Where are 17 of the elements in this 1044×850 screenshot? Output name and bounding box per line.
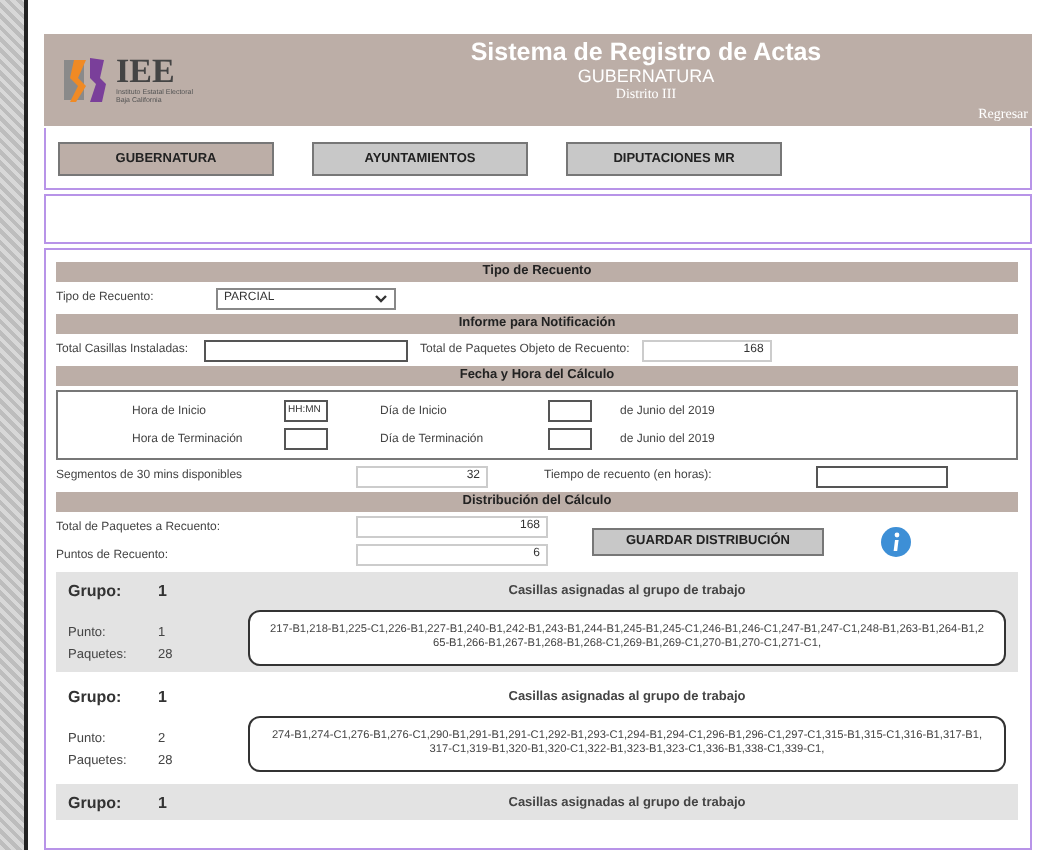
logo-icon <box>60 54 112 106</box>
day-input[interactable] <box>548 400 592 422</box>
page-subtitle: GUBERNATURA <box>577 66 715 86</box>
group-number: 1 <box>158 792 167 814</box>
input-field[interactable] <box>816 465 948 487</box>
group-label: Grupo: <box>68 580 124 602</box>
logo-text: IEE <box>116 56 175 88</box>
day-input[interactable] <box>548 428 592 450</box>
chevron-down-icon <box>374 293 388 303</box>
group-label: Grupo: <box>68 686 124 708</box>
time-input[interactable] <box>284 428 328 450</box>
group-number: 1 <box>158 686 167 708</box>
group-label: Grupo: <box>68 792 124 814</box>
input-field[interactable] <box>204 339 409 361</box>
group-number: 1 <box>158 580 167 602</box>
info-icon[interactable] <box>880 525 912 557</box>
page-title: Sistema de Registro de Actas <box>470 38 822 66</box>
